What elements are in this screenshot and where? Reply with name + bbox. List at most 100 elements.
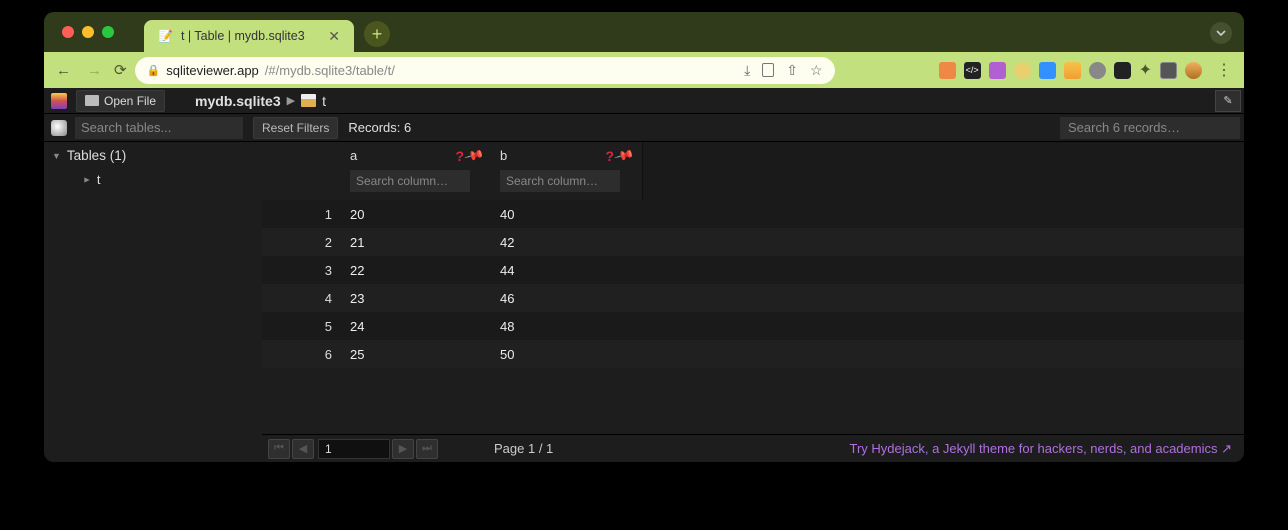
browser-tab[interactable]: 📝 t | Table | mydb.sqlite3 ✕ xyxy=(144,20,354,52)
pin-icon[interactable]: 📌 xyxy=(463,145,485,167)
column-name: b xyxy=(500,148,507,163)
records-count: Records: 6 xyxy=(348,120,411,135)
cell-b: 46 xyxy=(492,291,642,306)
tab-favicon: 📝 xyxy=(158,29,173,43)
table-row[interactable]: 12040 xyxy=(262,200,1244,228)
forward-button[interactable]: → xyxy=(83,62,106,79)
profile-avatar[interactable] xyxy=(1185,62,1202,79)
breadcrumb-db[interactable]: mydb.sqlite3 xyxy=(195,93,281,109)
address-actions: ⤓ ⇧ ☆ xyxy=(744,62,823,79)
page-icon[interactable] xyxy=(762,63,774,77)
pencil-icon: ✎ xyxy=(1223,94,1232,107)
browser-toolbar: ← → ⟳ 🔒 sqliteviewer.app/#/mydb.sqlite3/… xyxy=(44,52,1244,88)
app-badge-icon[interactable] xyxy=(51,120,67,136)
cell-b: 50 xyxy=(492,347,642,362)
table-row[interactable]: 22142 xyxy=(262,228,1244,256)
pin-icon[interactable]: 📌 xyxy=(613,145,635,167)
column-filter-b[interactable] xyxy=(500,170,620,192)
pager-footer: ⏮ ◀ ▶ ⏭ Page 1 / 1 Try Hydejack, a Jekyl… xyxy=(262,434,1244,462)
extension-icon[interactable] xyxy=(1114,62,1131,79)
type-unknown-icon[interactable]: ? xyxy=(605,148,614,164)
column-header-a[interactable]: a ? 📌 xyxy=(342,142,492,167)
sidebar-item-table[interactable]: ▼ t xyxy=(44,169,262,190)
cell-a: 21 xyxy=(342,235,492,250)
main-area: ▼ Tables (1) ▼ t a ? 📌 xyxy=(44,142,1244,462)
extensions-area: </> ✦ ⋮ xyxy=(939,60,1236,80)
page-label: Page 1 / 1 xyxy=(494,441,553,456)
cell-b: 44 xyxy=(492,263,642,278)
extension-icon[interactable] xyxy=(989,62,1006,79)
table-row[interactable]: 32244 xyxy=(262,256,1244,284)
extension-icon[interactable] xyxy=(1014,62,1031,79)
promo-link[interactable]: Try Hydejack, a Jekyll theme for hackers… xyxy=(849,441,1232,457)
tables-tree-label: Tables (1) xyxy=(67,148,126,163)
minimize-window-button[interactable] xyxy=(82,26,94,38)
row-index: 6 xyxy=(262,347,342,362)
row-index: 3 xyxy=(262,263,342,278)
cell-a: 25 xyxy=(342,347,492,362)
lock-icon: 🔒 xyxy=(147,64,161,77)
address-bar[interactable]: 🔒 sqliteviewer.app/#/mydb.sqlite3/table/… xyxy=(135,57,835,84)
open-file-label: Open File xyxy=(104,94,156,108)
table-row[interactable]: 52448 xyxy=(262,312,1244,340)
next-page-button[interactable]: ▶ xyxy=(392,439,414,459)
install-app-icon[interactable]: ⤓ xyxy=(744,62,750,79)
maximize-window-button[interactable] xyxy=(102,26,114,38)
extension-icon[interactable] xyxy=(939,62,956,79)
browser-window: 📝 t | Table | mydb.sqlite3 ✕ + ← → ⟳ 🔒 s… xyxy=(44,12,1244,462)
url-path: /#/mydb.sqlite3/table/t/ xyxy=(265,63,395,78)
close-tab-icon[interactable]: ✕ xyxy=(328,28,340,45)
extension-icon[interactable] xyxy=(1160,62,1177,79)
browser-menu-button[interactable]: ⋮ xyxy=(1216,60,1232,80)
window-controls xyxy=(62,26,114,38)
reload-button[interactable]: ⟳ xyxy=(114,61,127,79)
share-icon[interactable]: ⇧ xyxy=(786,62,798,79)
extension-icon[interactable]: </> xyxy=(964,62,981,79)
cell-b: 40 xyxy=(492,207,642,222)
data-grid: a ? 📌 b ? 📌 xyxy=(262,142,1244,368)
folder-icon xyxy=(85,95,99,106)
chevron-down-icon: ▼ xyxy=(52,151,61,161)
cell-a: 22 xyxy=(342,263,492,278)
extensions-menu-icon[interactable]: ✦ xyxy=(1139,60,1152,80)
row-index: 5 xyxy=(262,319,342,334)
tables-tree-header[interactable]: ▼ Tables (1) xyxy=(44,142,262,169)
open-file-button[interactable]: Open File xyxy=(76,90,165,112)
first-page-button[interactable]: ⏮ xyxy=(268,439,290,459)
sub-bar: Reset Filters Records: 6 xyxy=(44,114,1244,142)
last-page-button[interactable]: ⏭ xyxy=(416,439,438,459)
browser-tabstrip: 📝 t | Table | mydb.sqlite3 ✕ + xyxy=(44,12,1244,52)
table-row[interactable]: 62550 xyxy=(262,340,1244,368)
bookmark-icon[interactable]: ☆ xyxy=(810,62,823,79)
extension-icon[interactable] xyxy=(1039,62,1056,79)
column-filter-a[interactable] xyxy=(350,170,470,192)
table-area: a ? 📌 b ? 📌 xyxy=(262,142,1244,462)
tabs-dropdown-button[interactable] xyxy=(1210,22,1232,44)
type-unknown-icon[interactable]: ? xyxy=(455,148,464,164)
extension-icon[interactable] xyxy=(1089,62,1106,79)
table-row[interactable]: 42346 xyxy=(262,284,1244,312)
column-header-b[interactable]: b ? 📌 xyxy=(492,142,642,167)
search-tables-input[interactable] xyxy=(75,117,243,139)
app-logo xyxy=(44,93,74,109)
search-records-input[interactable] xyxy=(1060,117,1240,139)
chevron-down-icon xyxy=(1216,28,1226,38)
sidebar: ▼ Tables (1) ▼ t xyxy=(44,142,262,462)
edit-button[interactable]: ✎ xyxy=(1215,90,1241,112)
cell-b: 42 xyxy=(492,235,642,250)
new-tab-button[interactable]: + xyxy=(364,21,390,47)
close-window-button[interactable] xyxy=(62,26,74,38)
cell-a: 23 xyxy=(342,291,492,306)
column-name: a xyxy=(350,148,357,163)
back-button[interactable]: ← xyxy=(52,62,75,79)
extension-icon[interactable] xyxy=(1064,62,1081,79)
filter-row xyxy=(262,167,1244,200)
row-index: 4 xyxy=(262,291,342,306)
cell-a: 20 xyxy=(342,207,492,222)
breadcrumb-table: t xyxy=(322,93,326,109)
reset-filters-button[interactable]: Reset Filters xyxy=(253,117,338,139)
breadcrumb-separator-icon: ▶ xyxy=(287,94,295,107)
app-root: Open File mydb.sqlite3 ▶ t ✎ Reset Filte… xyxy=(44,88,1244,462)
prev-page-button[interactable]: ◀ xyxy=(292,439,314,459)
page-input[interactable] xyxy=(318,439,390,459)
